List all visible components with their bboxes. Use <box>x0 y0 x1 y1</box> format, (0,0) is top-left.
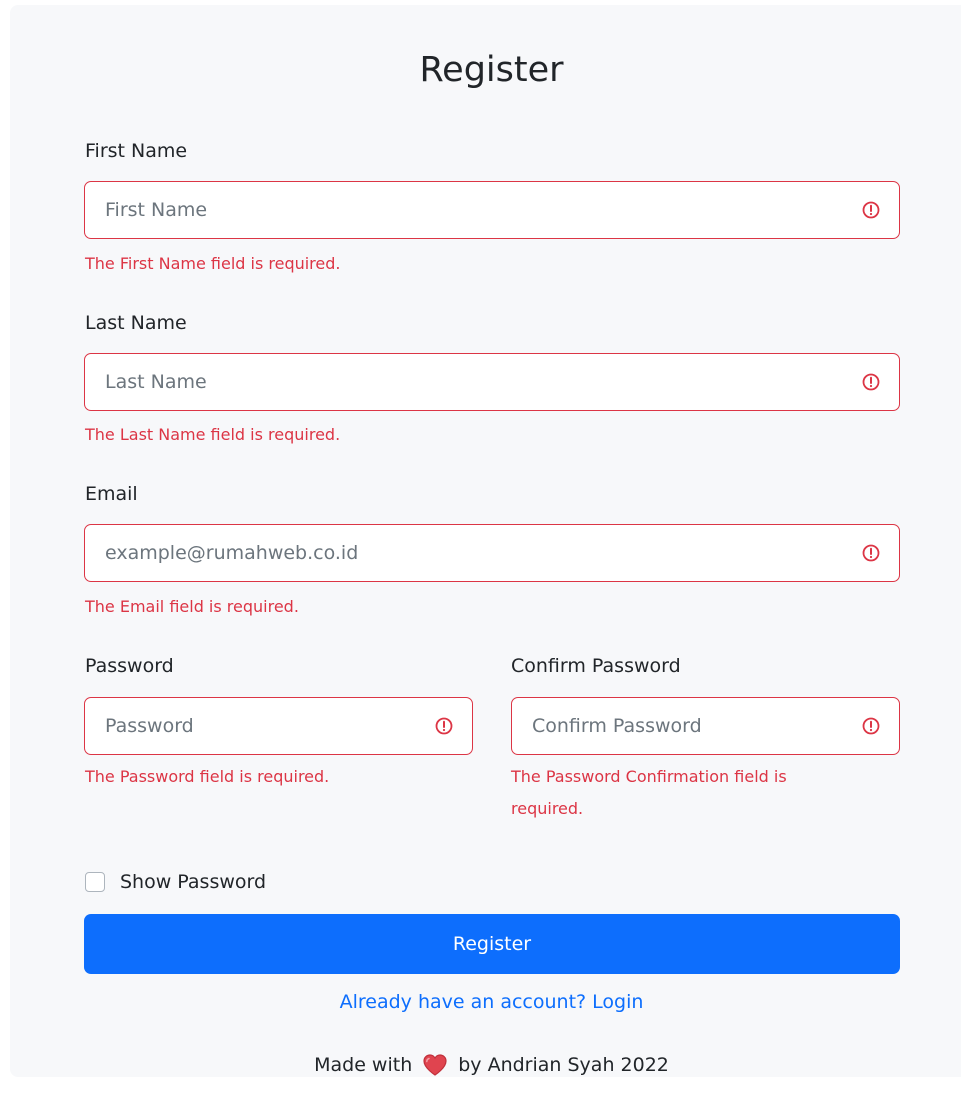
first-name-field-wrapper <box>84 181 900 239</box>
last-name-error: The Last Name field is required. <box>85 425 341 444</box>
login-link[interactable]: Already have an account? Login <box>0 991 961 1013</box>
password-field-wrapper <box>84 697 473 755</box>
show-password-row[interactable]: Show Password <box>85 869 266 895</box>
alert-circle-icon <box>862 201 880 219</box>
heart-icon <box>423 1054 447 1076</box>
first-name-input[interactable] <box>105 182 845 238</box>
show-password-label[interactable]: Show Password <box>120 871 266 893</box>
confirm-password-error-line2: required. <box>511 799 584 818</box>
password-input[interactable] <box>105 698 420 754</box>
footer-prefix: Made with <box>314 1054 413 1076</box>
alert-circle-icon <box>435 717 453 735</box>
email-error: The Email field is required. <box>85 597 299 616</box>
alert-circle-icon <box>862 544 880 562</box>
alert-circle-icon <box>862 373 880 391</box>
first-name-label: First Name <box>85 140 188 162</box>
email-input[interactable] <box>105 525 845 581</box>
footer: Made with by Andrian Syah 2022 <box>0 1053 961 1077</box>
confirm-password-error-line1: The Password Confirmation field is <box>511 767 787 786</box>
confirm-password-label: Confirm Password <box>511 655 681 677</box>
password-error: The Password field is required. <box>85 767 330 786</box>
page-title: Register <box>419 50 564 90</box>
password-label: Password <box>85 655 174 677</box>
footer-suffix: by Andrian Syah 2022 <box>458 1054 669 1076</box>
confirm-password-field-wrapper <box>511 697 900 755</box>
last-name-field-wrapper <box>84 353 900 411</box>
alert-circle-icon <box>862 717 880 735</box>
last-name-label: Last Name <box>85 312 187 334</box>
first-name-error: The First Name field is required. <box>85 254 341 273</box>
confirm-password-input[interactable] <box>532 698 847 754</box>
email-label: Email <box>85 483 138 505</box>
show-password-checkbox[interactable] <box>85 872 105 892</box>
register-button[interactable]: Register <box>84 914 900 974</box>
email-field-wrapper <box>84 524 900 582</box>
last-name-input[interactable] <box>105 354 845 410</box>
